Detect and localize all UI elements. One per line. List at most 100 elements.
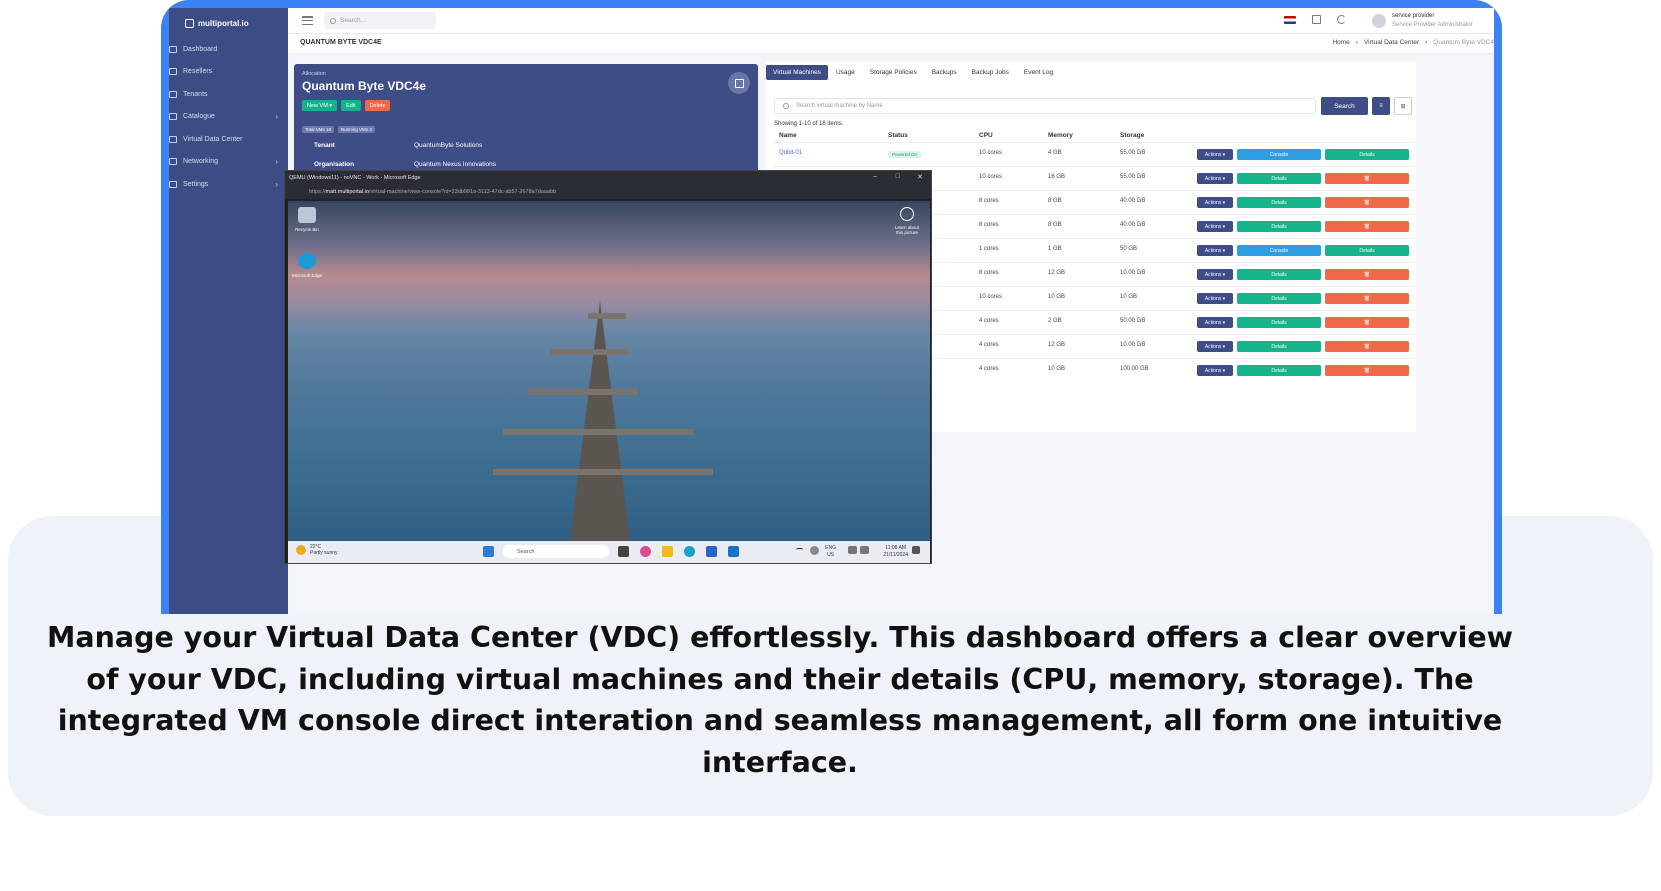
store-icon[interactable] [706, 546, 717, 557]
fullscreen-icon[interactable] [1312, 15, 1321, 24]
taskbar-clock[interactable]: 11:08 AM 21/11/2024 [883, 545, 908, 558]
weather-widget[interactable]: 22°C Partly sunny [296, 544, 338, 556]
global-search-input[interactable]: Search... [324, 12, 436, 29]
delete-vm-button[interactable]: 🗑 [1325, 221, 1409, 232]
new-vm-button[interactable]: New VM ▾ [302, 100, 338, 111]
vm-search-input[interactable]: Search virtual machine by Name [774, 98, 1316, 114]
details-button[interactable]: Details [1237, 341, 1321, 352]
edge-taskbar-icon[interactable] [684, 546, 695, 557]
vm-storage: 55.00 GB [1120, 150, 1146, 156]
details-button[interactable]: Details [1237, 293, 1321, 304]
breadcrumb-home[interactable]: Home [1332, 39, 1349, 46]
col-status[interactable]: Status [888, 132, 908, 139]
file-explorer-icon[interactable] [662, 546, 673, 557]
details-button[interactable]: Details [1237, 317, 1321, 328]
vm-search-button[interactable]: Search [1321, 97, 1368, 115]
vm-storage: 40.00 GB [1120, 222, 1146, 228]
outlook-icon[interactable] [728, 546, 739, 557]
copilot-icon[interactable] [640, 546, 651, 557]
sidebar-item-catalogue[interactable]: Catalogue › [169, 106, 288, 129]
tab-storage-policies[interactable]: Storage Policies [863, 65, 924, 80]
vm-name[interactable]: Qubit-01 [779, 150, 802, 156]
details-button[interactable]: Details [1237, 173, 1321, 184]
tab-backup-jobs[interactable]: Backup Jobs [965, 65, 1016, 80]
grid-view-icon[interactable]: ⊞ [1394, 97, 1412, 115]
tab-event-log[interactable]: Event Log [1017, 65, 1060, 80]
tab-usage[interactable]: Usage [829, 65, 862, 80]
minimize-icon[interactable]: – [873, 173, 877, 180]
col-storage[interactable]: Storage [1120, 132, 1144, 139]
delete-button[interactable]: Delete [364, 100, 391, 111]
details-button[interactable]: Details [1237, 197, 1321, 208]
weather-icon [296, 545, 306, 555]
app-logo[interactable]: multiportal.io [169, 8, 288, 38]
breadcrumb-vdc[interactable]: Virtual Data Center [1364, 39, 1419, 46]
vm-memory: 10 GB [1048, 366, 1066, 372]
list-view-icon[interactable]: ≡ [1372, 97, 1390, 115]
console-address-bar[interactable]: https://matt.multiportal.io/virtual-mach… [285, 185, 931, 199]
col-name[interactable]: Name [779, 132, 797, 139]
tray-chevron-icon[interactable] [796, 548, 803, 555]
taskbar-search[interactable]: Search [503, 545, 609, 558]
actions-dropdown[interactable]: Actions ▾ [1197, 221, 1233, 232]
volume-tray-icon[interactable] [860, 546, 869, 554]
breadcrumb-separator: › [1425, 39, 1428, 46]
tab-backups[interactable]: Backups [925, 65, 964, 80]
tab-virtual-machines[interactable]: Virtual Machines [766, 65, 828, 80]
sidebar-item-virtual-data-center[interactable]: Virtual Data Center [169, 128, 288, 151]
sidebar-item-settings[interactable]: Settings › [169, 173, 288, 196]
sidebar-item-dashboard[interactable]: Dashboard [169, 38, 288, 61]
user-menu[interactable]: service provider Service Provider Adminis… [1372, 8, 1494, 34]
actions-dropdown[interactable]: Actions ▾ [1197, 197, 1233, 208]
col-cpu[interactable]: CPU [979, 132, 993, 139]
delete-vm-button[interactable]: 🗑 [1325, 173, 1409, 184]
vm-storage: 10.00 GB [1120, 270, 1146, 276]
vm-storage: 10.00 GB [1120, 342, 1146, 348]
delete-vm-button[interactable]: 🗑 [1325, 293, 1409, 304]
task-view-icon[interactable] [618, 546, 629, 557]
delete-vm-button[interactable]: 🗑 [1325, 317, 1409, 328]
language-indicator[interactable]: ENG US [825, 545, 836, 558]
details-button[interactable]: Details [1237, 365, 1321, 376]
vm-search-placeholder: Search virtual machine by Name [796, 103, 883, 109]
dark-mode-icon[interactable] [1337, 15, 1346, 24]
details-button[interactable]: Details [1237, 269, 1321, 280]
actions-dropdown[interactable]: Actions ▾ [1197, 293, 1233, 304]
remote-desktop[interactable]: Recycle Bin Microsoft Edge Learn about t… [288, 201, 930, 541]
maximize-icon[interactable]: □ [896, 173, 900, 180]
us-flag-icon[interactable] [1284, 15, 1296, 24]
notification-bell-icon[interactable] [912, 546, 920, 554]
col-memory[interactable]: Memory [1048, 132, 1073, 139]
recycle-bin-icon[interactable] [298, 207, 316, 223]
network-tray-icon[interactable] [810, 546, 819, 555]
details-button[interactable]: Details [1237, 221, 1321, 232]
sidebar-item-resellers[interactable]: Resellers [169, 61, 288, 84]
actions-dropdown[interactable]: Actions ▾ [1197, 173, 1233, 184]
details-button[interactable]: Details [1325, 149, 1409, 160]
edit-button[interactable]: Edit [341, 100, 361, 111]
actions-dropdown[interactable]: Actions ▾ [1197, 245, 1233, 256]
delete-vm-button[interactable]: 🗑 [1325, 365, 1409, 376]
actions-dropdown[interactable]: Actions ▾ [1197, 317, 1233, 328]
actions-dropdown[interactable]: Actions ▾ [1197, 149, 1233, 160]
sidebar-item-tenants[interactable]: Tenants [169, 83, 288, 106]
start-icon[interactable] [483, 546, 494, 557]
delete-vm-button[interactable]: 🗑 [1325, 269, 1409, 280]
camera-icon[interactable] [900, 207, 914, 221]
search-icon [783, 103, 789, 109]
console-button[interactable]: Console [1237, 245, 1321, 256]
console-button[interactable]: Console [1237, 149, 1321, 160]
sidebar-nav: Dashboard Resellers Tenants Catalogue › Virtu… [169, 38, 288, 196]
actions-dropdown[interactable]: Actions ▾ [1197, 341, 1233, 352]
menu-icon[interactable] [302, 16, 313, 25]
delete-vm-button[interactable]: 🗑 [1325, 197, 1409, 208]
actions-dropdown[interactable]: Actions ▾ [1197, 269, 1233, 280]
edge-icon[interactable] [298, 253, 316, 269]
actions-dropdown[interactable]: Actions ▾ [1197, 365, 1233, 376]
details-button[interactable]: Details [1325, 245, 1409, 256]
pier-plank [588, 313, 626, 319]
delete-vm-button[interactable]: 🗑 [1325, 341, 1409, 352]
display-tray-icon[interactable] [848, 546, 857, 554]
sidebar-item-networking[interactable]: Networking › [169, 151, 288, 174]
close-icon[interactable]: ✕ [917, 173, 923, 181]
